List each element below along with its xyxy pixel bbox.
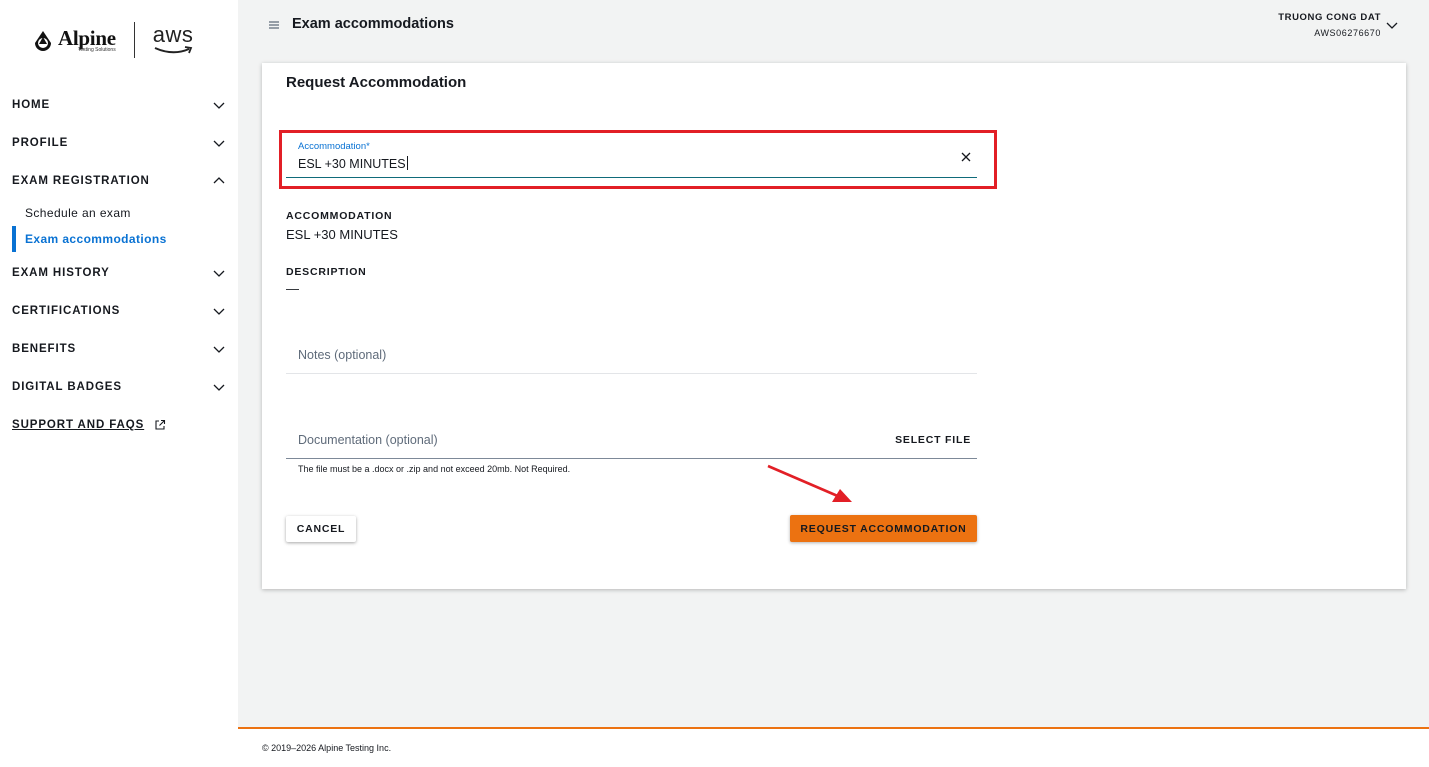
- alpine-logo[interactable]: Alpine Testing Solutions: [30, 25, 116, 53]
- card-title: Request Accommodation: [286, 74, 467, 91]
- alpine-sub: Testing Solutions: [77, 46, 116, 53]
- annotation-highlight-box: [279, 130, 997, 189]
- chevron-down-icon: [213, 308, 225, 315]
- info-description-label: DESCRIPTION: [286, 266, 367, 278]
- chevron-down-icon[interactable]: [1385, 18, 1399, 32]
- annotation-arrow-icon: [767, 464, 852, 502]
- page-title: Exam accommodations: [292, 16, 454, 32]
- request-accommodation-button[interactable]: REQUEST ACCOMMODATION: [790, 515, 977, 542]
- info-description-value: —: [286, 281, 299, 296]
- sidebar-item-home[interactable]: HOME: [0, 86, 238, 124]
- user-name: TRUONG CONG DAT: [1278, 12, 1381, 23]
- documentation-field[interactable]: Documentation (optional) SELECT FILE: [286, 421, 977, 459]
- aws-wordmark: aws: [152, 22, 194, 47]
- sidebar-item-digital-badges[interactable]: DIGITAL BADGES: [0, 368, 238, 406]
- footer-copyright: © 2019–2026 Alpine Testing Inc.: [262, 743, 392, 753]
- documentation-placeholder: Documentation (optional): [298, 433, 438, 447]
- main-content: Exam accommodations TRUONG CONG DAT AWS0…: [238, 0, 1429, 727]
- sidebar-item-certifications[interactable]: CERTIFICATIONS: [0, 292, 238, 330]
- logo-row: Alpine Testing Solutions aws: [30, 20, 195, 60]
- aws-logo[interactable]: aws: [153, 24, 195, 56]
- info-accommodation-value: ESL +30 MINUTES: [286, 227, 398, 242]
- sidebar: Alpine Testing Solutions aws HOME PROFIL…: [0, 0, 238, 767]
- sidebar-item-benefits[interactable]: BENEFITS: [0, 330, 238, 368]
- sidebar-item-label: EXAM REGISTRATION: [12, 175, 150, 187]
- sidebar-item-profile[interactable]: PROFILE: [0, 124, 238, 162]
- footer-divider: [238, 727, 1429, 729]
- select-file-button[interactable]: SELECT FILE: [895, 434, 971, 446]
- chevron-down-icon: [213, 384, 225, 391]
- hamburger-menu-icon[interactable]: [268, 19, 280, 31]
- sidebar-item-label: HOME: [12, 99, 51, 111]
- top-bar: Exam accommodations TRUONG CONG DAT AWS0…: [238, 0, 1429, 52]
- alpine-mark-icon: [35, 31, 51, 51]
- sidebar-item-exam-registration[interactable]: EXAM REGISTRATION: [0, 162, 238, 200]
- chevron-down-icon: [213, 270, 225, 277]
- support-faqs-link[interactable]: SUPPORT AND FAQS: [12, 419, 144, 431]
- sidebar-item-label: EXAM HISTORY: [12, 267, 110, 279]
- external-link-icon: [155, 419, 166, 430]
- chevron-down-icon: [213, 140, 225, 147]
- notes-field[interactable]: Notes (optional): [286, 336, 977, 374]
- sidebar-item-label: PROFILE: [12, 137, 69, 149]
- chevron-up-icon: [213, 177, 225, 184]
- info-accommodation-label: ACCOMMODATION: [286, 210, 393, 222]
- exam-registration-subnav: Schedule an exam Exam accommodations: [0, 200, 238, 254]
- chevron-down-icon: [213, 102, 225, 109]
- cancel-button[interactable]: CANCEL: [286, 516, 356, 542]
- logo-divider: [133, 22, 135, 58]
- sidebar-nav: HOME PROFILE EXAM REGISTRATION Schedule …: [0, 86, 238, 444]
- alpine-name: Alpine: [58, 25, 116, 50]
- sidebar-item-label: BENEFITS: [12, 343, 77, 355]
- aws-smile-icon: [154, 46, 192, 54]
- user-menu[interactable]: TRUONG CONG DAT AWS06276670: [1278, 12, 1381, 38]
- notes-placeholder: Notes (optional): [298, 348, 387, 362]
- sidebar-subitem-exam-accommodations[interactable]: Exam accommodations: [0, 226, 238, 252]
- request-accommodation-card: Request Accommodation Accommodation* ESL…: [262, 63, 1406, 589]
- sidebar-item-exam-history[interactable]: EXAM HISTORY: [0, 254, 238, 292]
- alpine-wordmark: Alpine Testing Solutions: [58, 25, 116, 53]
- chevron-down-icon: [213, 346, 225, 353]
- sidebar-item-support: SUPPORT AND FAQS: [0, 406, 238, 444]
- user-id: AWS06276670: [1314, 28, 1381, 38]
- sidebar-item-label: CERTIFICATIONS: [12, 305, 121, 317]
- sidebar-subitem-schedule-exam[interactable]: Schedule an exam: [0, 200, 238, 226]
- file-helper-text: The file must be a .docx or .zip and not…: [298, 464, 571, 474]
- sidebar-item-label: DIGITAL BADGES: [12, 381, 122, 393]
